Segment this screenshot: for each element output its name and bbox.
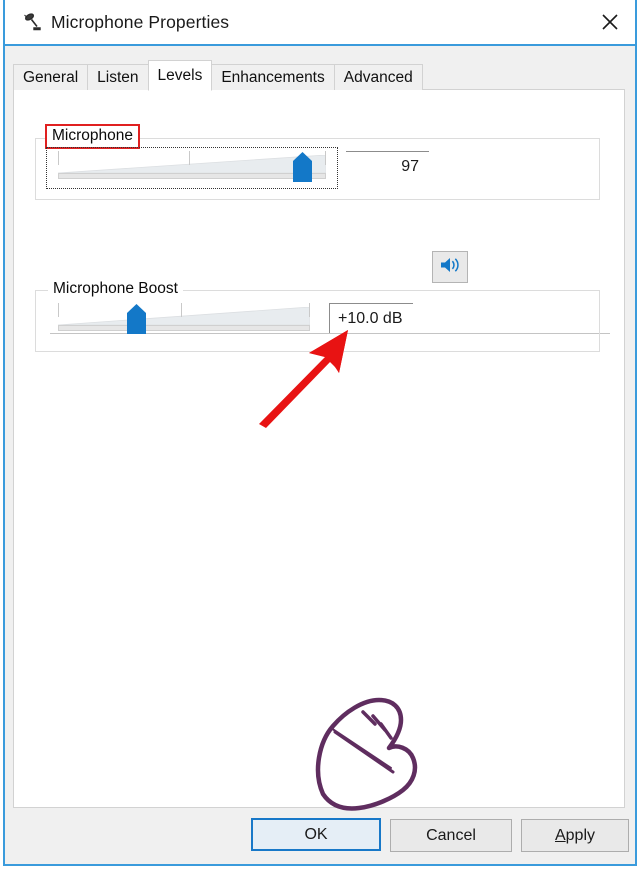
tab-listen[interactable]: Listen (87, 64, 149, 90)
apply-label-rest: pply (565, 826, 596, 844)
tab-enhancements[interactable]: Enhancements (211, 64, 335, 90)
title-bar-accent-line (5, 44, 635, 46)
slider-track-wedge (57, 306, 311, 327)
slider-tick (189, 151, 190, 165)
slider-thumb[interactable] (127, 304, 146, 334)
slider-thumb[interactable] (293, 152, 312, 182)
microphone-properties-dialog: Microphone Properties General Listen Lev… (3, 0, 637, 866)
tab-strip: General Listen Levels Enhancements Advan… (13, 60, 423, 91)
tab-general[interactable]: General (13, 64, 89, 90)
tab-advanced[interactable]: Advanced (333, 64, 423, 90)
slider-tick (325, 151, 326, 165)
slider-rail (58, 173, 326, 179)
slider-track-wedge (57, 154, 327, 175)
microphone-volume-value[interactable]: 97 (346, 151, 429, 181)
microphone-volume-slider[interactable] (46, 147, 338, 189)
slider-rail (58, 325, 310, 331)
tab-levels[interactable]: Levels (147, 60, 213, 91)
slider-tick (58, 303, 59, 317)
slider-tick (181, 303, 182, 317)
slider-tick (309, 303, 310, 317)
microphone-group-label: Microphone (45, 124, 140, 149)
cancel-button[interactable]: Cancel (390, 819, 512, 852)
mute-toggle-button[interactable] (432, 251, 468, 283)
apply-button[interactable]: Apply (521, 819, 629, 852)
microphone-boost-slider[interactable] (50, 303, 318, 337)
window-title: Microphone Properties (51, 12, 230, 32)
microphone-boost-value[interactable]: +10.0 dB (329, 303, 413, 333)
slider-tick (58, 151, 59, 165)
microphone-boost-group: Microphone Boost +10.0 dB (35, 280, 600, 352)
speaker-icon (439, 255, 461, 280)
microphone-group: Microphone 97 (35, 124, 600, 200)
title-bar: Microphone Properties (5, 0, 635, 46)
apply-accel-letter: A (554, 826, 566, 844)
close-icon[interactable] (585, 0, 635, 44)
ok-button[interactable]: OK (251, 818, 381, 851)
microphone-icon (21, 11, 43, 33)
levels-tab-panel: Microphone 97 Microphone Boost +10.0 dB (13, 89, 625, 808)
microphone-boost-group-label: Microphone Boost (48, 280, 183, 298)
